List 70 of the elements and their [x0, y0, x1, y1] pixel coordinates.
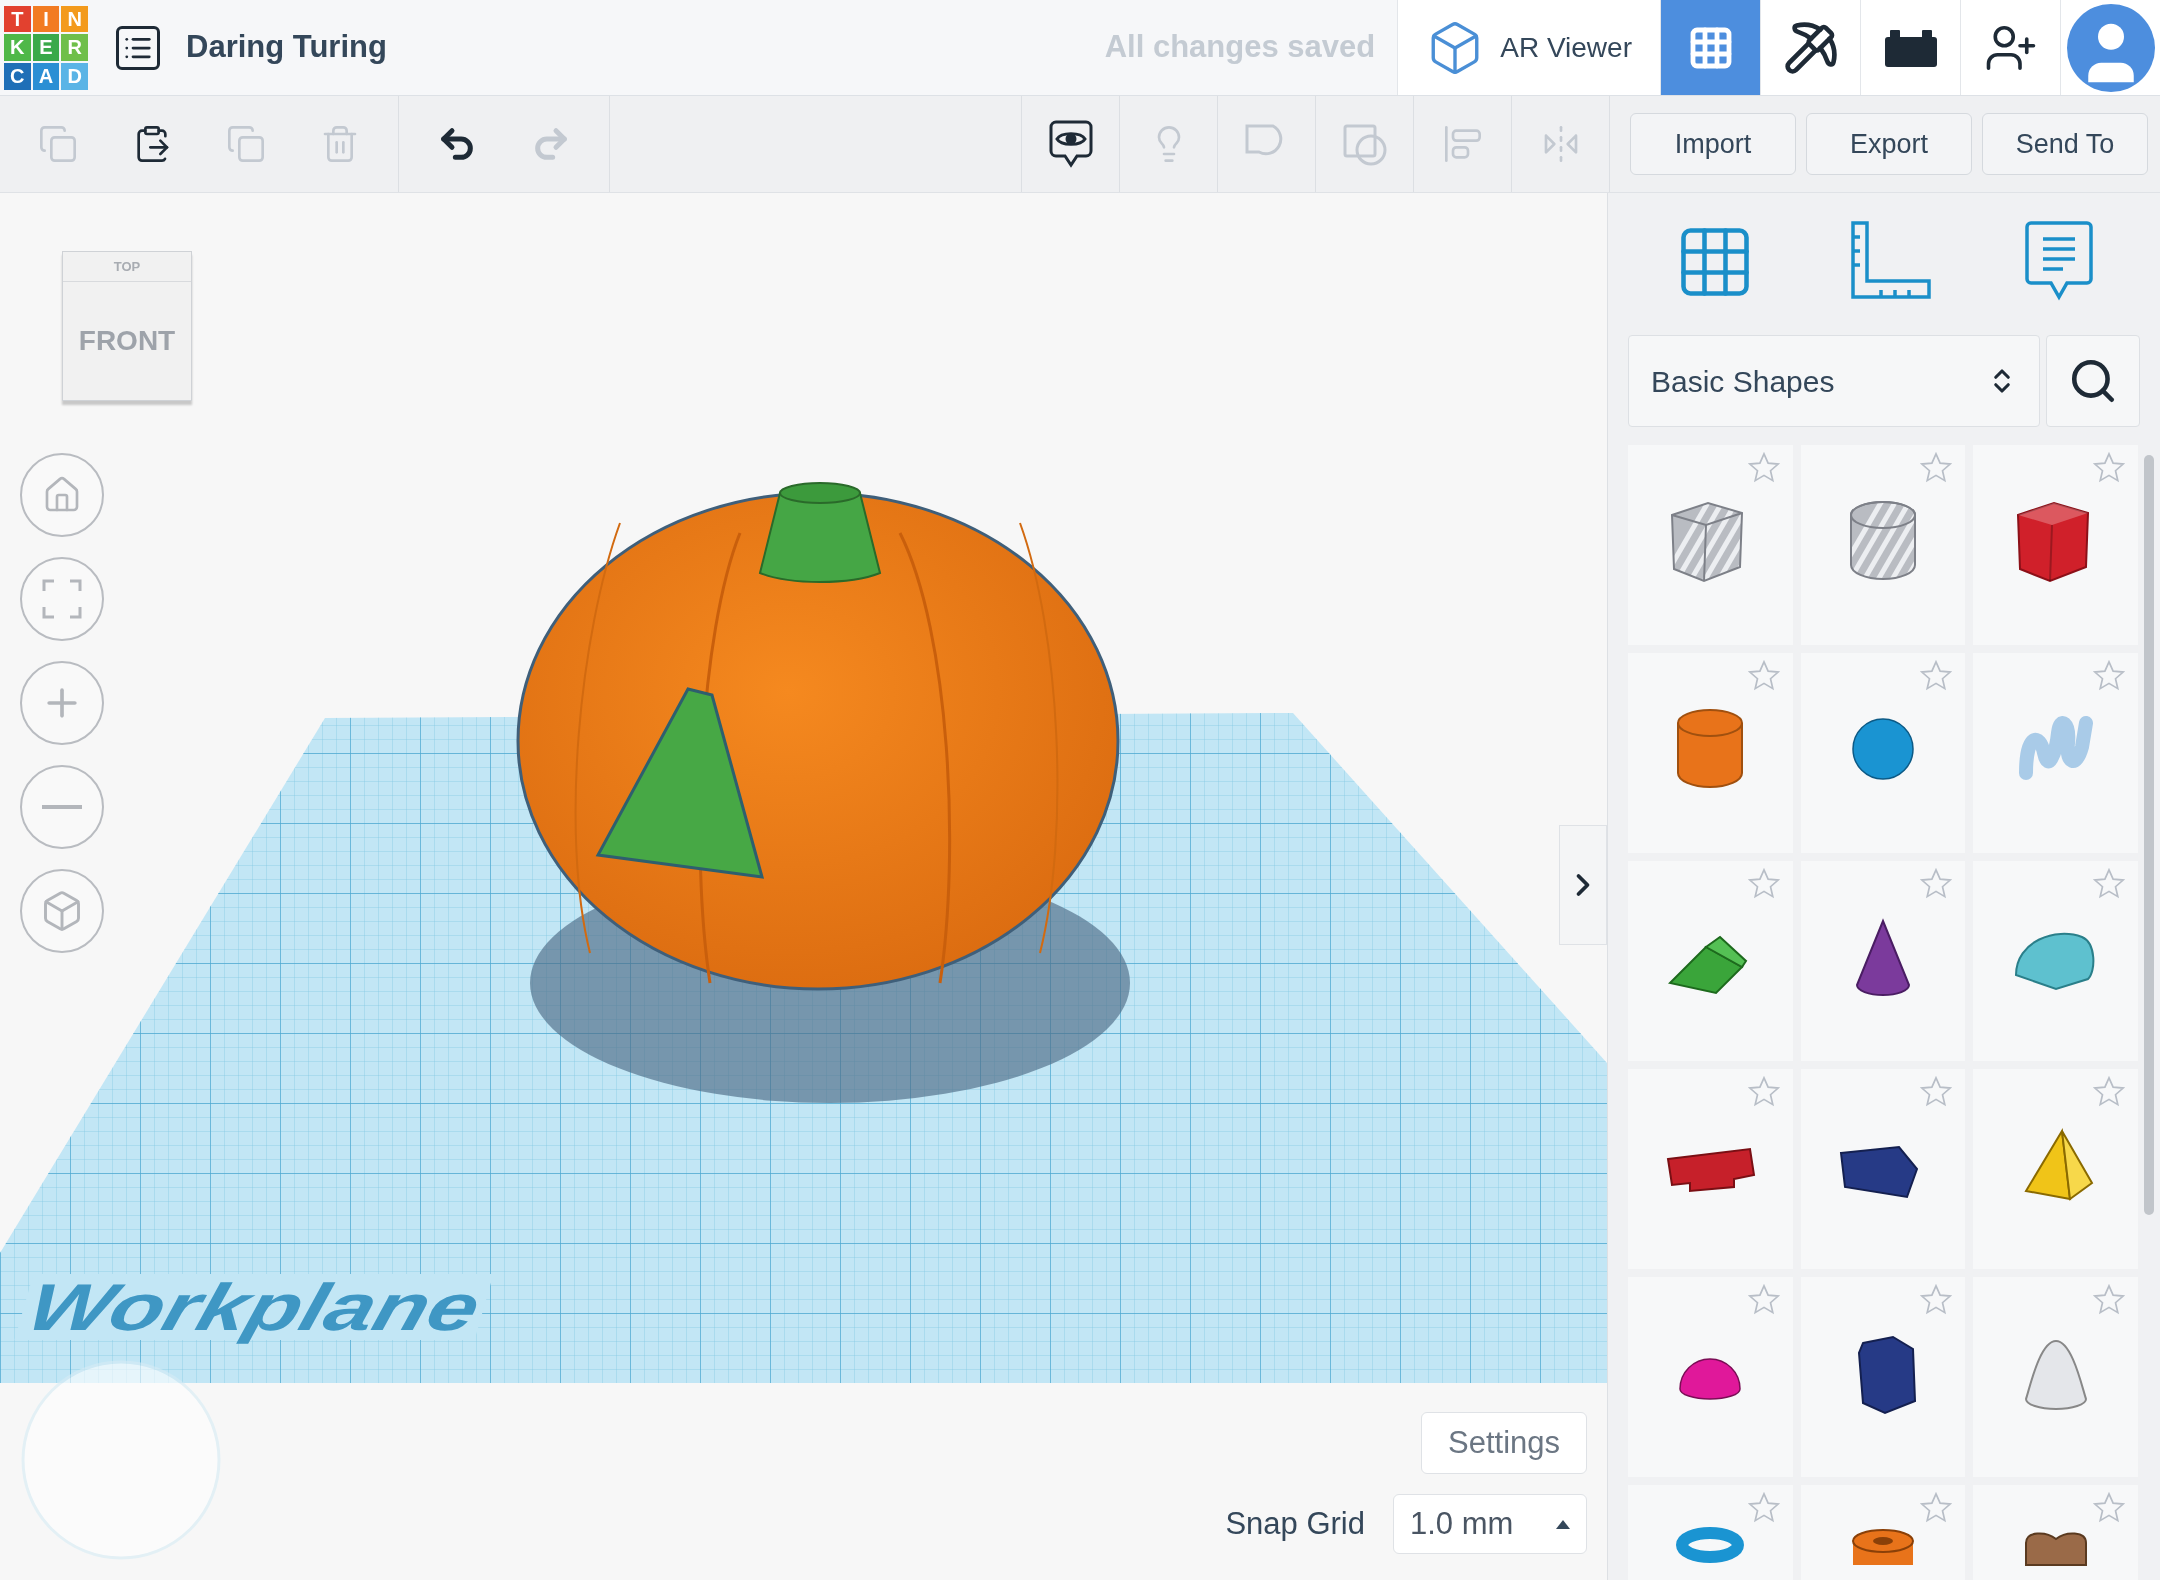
toolbar-text-button[interactable]: Send To [1982, 113, 2148, 175]
invite-user-button[interactable] [1960, 0, 2060, 95]
shape-tile[interactable] [1973, 861, 2138, 1061]
favorite-star-icon[interactable] [1919, 1283, 1954, 1317]
view-mode-button[interactable] [1860, 0, 1960, 95]
copy-icon [38, 124, 78, 164]
logo-letter: T [4, 5, 31, 33]
favorite-star-icon[interactable] [1746, 1283, 1781, 1317]
shape-tile[interactable] [1628, 445, 1793, 645]
favorite-star-icon[interactable] [2092, 451, 2126, 485]
logo[interactable]: T I N K E R C A D [0, 1, 92, 94]
logo-letter: C [4, 62, 31, 90]
favorite-star-icon[interactable] [1919, 1491, 1954, 1525]
shape-tile[interactable] [1628, 1277, 1793, 1477]
shape-tile[interactable] [1628, 861, 1793, 1061]
shape-tile[interactable] [1973, 445, 2138, 645]
shape-category-select[interactable]: Basic Shapes [1628, 335, 2040, 427]
favorite-star-icon[interactable] [1919, 867, 1954, 901]
collapse-panel-tab[interactable] [1559, 825, 1607, 945]
align-icon [1442, 124, 1483, 164]
favorite-star-icon[interactable] [1919, 1075, 1954, 1109]
fit-frame-icon [42, 579, 82, 619]
logo-letter: R [61, 34, 88, 61]
favorite-star-icon[interactable] [2092, 659, 2126, 693]
favorite-star-icon[interactable] [1919, 659, 1954, 693]
view-mode-button[interactable] [1760, 0, 1860, 95]
shape-tile[interactable] [1628, 653, 1793, 853]
favorite-star-icon[interactable] [1919, 451, 1954, 485]
favorite-star-icon[interactable] [1746, 1075, 1781, 1109]
favorite-star-icon[interactable] [2092, 1283, 2126, 1317]
favorite-star-icon[interactable] [2092, 1491, 2126, 1525]
toolbar-text-button[interactable]: Export [1806, 113, 1972, 175]
caret-up-icon [1556, 1519, 1570, 1529]
toolbar-text-button[interactable]: Import [1630, 113, 1796, 175]
shape-tile[interactable] [1800, 1277, 1966, 1477]
ar-viewer-button[interactable]: AR Viewer [1397, 0, 1660, 95]
favorite-star-icon[interactable] [1746, 659, 1781, 693]
pickaxe-icon [1782, 19, 1839, 76]
settings-button[interactable]: Settings [1421, 1412, 1587, 1474]
snap-grid-select[interactable]: 1.0 mm [1393, 1494, 1587, 1554]
project-title[interactable]: Daring Turing [186, 24, 387, 71]
design-list-icon[interactable] [116, 25, 160, 70]
shape-tile[interactable] [1973, 1277, 2138, 1477]
view-cube-top-label: TOP [63, 252, 191, 282]
shape-tile[interactable] [1800, 861, 1966, 1061]
logo-letter: E [32, 34, 60, 61]
minus-icon [42, 805, 82, 809]
logo-letter: D [61, 62, 88, 90]
shape-tile[interactable] [1628, 1069, 1793, 1269]
scrollbar[interactable] [2144, 455, 2154, 1215]
favorite-star-icon[interactable] [1746, 1491, 1781, 1525]
shape-tile[interactable] [1973, 1069, 2138, 1269]
favorite-star-icon[interactable] [2092, 867, 2126, 901]
favorite-star-icon[interactable] [1746, 451, 1781, 485]
favorite-star-icon[interactable] [2092, 1075, 2126, 1109]
logo-letter: I [32, 5, 60, 33]
snap-grid-label: Snap Grid [1225, 1504, 1365, 1543]
shape-tile[interactable] [1800, 653, 1966, 853]
favorite-star-icon[interactable] [1746, 867, 1781, 901]
view-cube-front-label: FRONT [77, 324, 177, 358]
shape-tile[interactable] [1800, 1069, 1966, 1269]
logo-letter: K [4, 34, 31, 61]
logo-letter: A [32, 62, 60, 90]
eye-speech-bubble-icon [1047, 119, 1094, 169]
search-button[interactable] [2046, 335, 2140, 427]
shape-tile[interactable] [1973, 653, 2138, 853]
logo-letter: N [61, 5, 88, 33]
shape-tile[interactable] [1800, 445, 1966, 645]
brick-icon [1883, 27, 1938, 68]
duplicate-icon [226, 124, 266, 164]
